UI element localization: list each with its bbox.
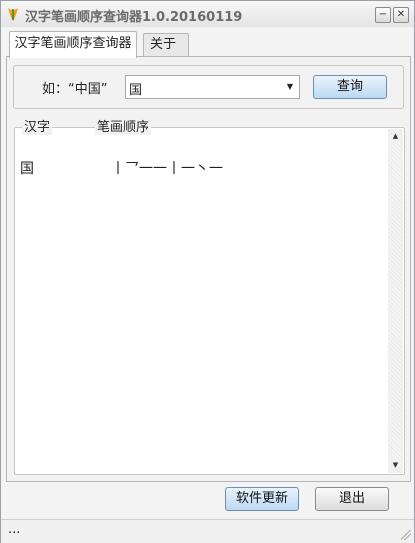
vertical-scrollbar[interactable]: ▲ ▼ bbox=[388, 129, 403, 473]
tab-query[interactable]: 汉字笔画顺序查询器 bbox=[9, 31, 137, 58]
title-bar[interactable]: 汉字笔画顺序查询器1.0.20160119 − ✕ bbox=[1, 1, 414, 27]
status-text: ... bbox=[8, 522, 21, 537]
column-header-char: 汉字 bbox=[22, 116, 53, 135]
status-bar: ... bbox=[1, 519, 414, 543]
scroll-up-icon[interactable]: ▲ bbox=[388, 129, 403, 144]
dropdown-arrow-icon[interactable]: ▼ bbox=[282, 77, 298, 97]
column-header-strokes: 笔画顺序 bbox=[95, 116, 152, 135]
tab-about[interactable]: 关于 bbox=[143, 33, 189, 57]
resize-grip-icon[interactable] bbox=[401, 530, 411, 540]
scroll-down-icon[interactable]: ▼ bbox=[388, 458, 403, 473]
minimize-button[interactable]: − bbox=[375, 7, 391, 23]
result-char: 国 bbox=[20, 161, 34, 177]
query-hint: 如：“中国” bbox=[42, 82, 108, 97]
close-button[interactable]: ✕ bbox=[393, 7, 409, 23]
app-icon bbox=[8, 8, 18, 21]
result-strokes: 丨乛一一丨一丶一 bbox=[111, 161, 223, 177]
query-button[interactable]: 查询 bbox=[313, 75, 387, 99]
bottom-bar: 软件更新 退出 bbox=[6, 484, 409, 516]
results-list[interactable]: 国 丨乛一一丨一丶一 ▲ ▼ bbox=[14, 127, 405, 475]
query-panel: 如：“中国” 国 ▼ 查询 国 丨乛一一丨一丶一 ▲ ▼ 汉字 笔画顺序 bbox=[6, 56, 411, 482]
query-group: 如：“中国” 国 ▼ 查询 bbox=[13, 65, 404, 109]
update-button[interactable]: 软件更新 bbox=[225, 487, 299, 511]
app-window: 汉字笔画顺序查询器1.0.20160119 − ✕ 汉字笔画顺序查询器 关于 如… bbox=[0, 0, 415, 543]
window-title: 汉字笔画顺序查询器1.0.20160119 bbox=[25, 10, 243, 25]
combobox-value[interactable]: 国 bbox=[129, 79, 142, 98]
tab-strip: 汉字笔画顺序查询器 关于 bbox=[1, 27, 414, 58]
character-combobox[interactable]: 国 ▼ bbox=[125, 75, 300, 99]
exit-button[interactable]: 退出 bbox=[315, 487, 389, 511]
